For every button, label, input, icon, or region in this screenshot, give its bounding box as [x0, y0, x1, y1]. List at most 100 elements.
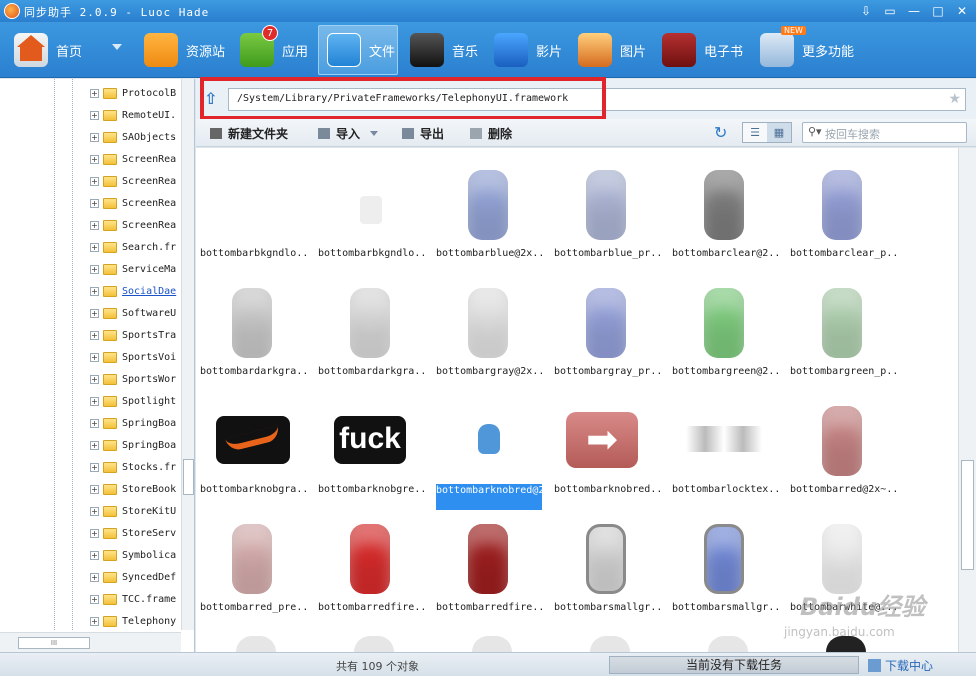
search-input[interactable]: 按回车搜索	[825, 126, 880, 142]
download-task-button[interactable]: 当前没有下载任务	[609, 656, 859, 674]
tree-item[interactable]: + ScreenRea	[90, 214, 185, 236]
file-item[interactable]: bottombarbkgndlo...	[196, 154, 308, 272]
file-item[interactable]: bottombarclear_p...	[786, 154, 898, 272]
expand-icon[interactable]: +	[90, 330, 99, 340]
tree-item[interactable]: + Stocks.fr	[90, 456, 185, 478]
tree-hscroll-thumb[interactable]: III	[18, 637, 90, 649]
file-item[interactable]: bottombarsmallgr...	[550, 508, 662, 626]
nav-video[interactable]: 影片	[486, 25, 566, 75]
tree-vertical-scrollbar[interactable]	[181, 79, 194, 630]
file-item[interactable]: bottombardarkgra...	[314, 272, 426, 390]
file-item[interactable]: bottombarsmallgr...	[668, 508, 780, 626]
file-item[interactable]: ➡ bottombarknobred...	[550, 390, 662, 508]
expand-icon[interactable]: +	[90, 374, 99, 384]
expand-icon[interactable]: +	[90, 418, 99, 428]
tree-item[interactable]: + RemoteUI.	[90, 104, 185, 126]
tree-item[interactable]: + ServiceMa	[90, 258, 185, 280]
nav-more[interactable]: 更多功能	[752, 25, 862, 75]
tree-horizontal-scrollbar[interactable]: III	[0, 632, 181, 652]
expand-icon[interactable]: +	[90, 154, 99, 164]
file-item[interactable]: bottombargray@2x...	[432, 272, 544, 390]
expand-icon[interactable]: +	[90, 616, 99, 626]
search-box[interactable]: ⚲▾ 按回车搜索	[802, 122, 967, 143]
expand-icon[interactable]: +	[90, 396, 99, 406]
tree-item[interactable]: + TCC.frame	[90, 588, 185, 610]
file-item[interactable]: bottombargreen@2...	[668, 272, 780, 390]
tree-item[interactable]: + StoreBook	[90, 478, 185, 500]
tree-item[interactable]: + SportsWor	[90, 368, 185, 390]
chevron-down-icon[interactable]	[112, 44, 122, 50]
grid-scroll-thumb[interactable]	[961, 460, 974, 570]
tree-item[interactable]: + SpringBoa	[90, 434, 185, 456]
expand-icon[interactable]: +	[90, 264, 99, 274]
expand-icon[interactable]: +	[90, 550, 99, 560]
file-item[interactable]: bottombarredfire...	[432, 508, 544, 626]
expand-icon[interactable]: +	[90, 572, 99, 582]
tree-item[interactable]: + Telephony	[90, 610, 185, 632]
file-item[interactable]: bottombardarkgra...	[196, 272, 308, 390]
nav-photos[interactable]: 图片	[570, 25, 650, 75]
chevron-down-icon[interactable]	[370, 131, 379, 136]
favorite-star-icon[interactable]: ★	[948, 91, 961, 107]
feedback-icon[interactable]: ▭	[882, 3, 898, 19]
expand-icon[interactable]: +	[90, 132, 99, 142]
expand-icon[interactable]: +	[90, 528, 99, 538]
expand-icon[interactable]: +	[90, 352, 99, 362]
file-item[interactable]: bottombarred_pre...	[196, 508, 308, 626]
tree-item[interactable]: + Spotlight	[90, 390, 185, 412]
file-item[interactable]: fuck bottombarknobgre...	[314, 390, 426, 508]
tree-item[interactable]: + StoreServ	[90, 522, 185, 544]
tree-item[interactable]: + SportsTra	[90, 324, 185, 346]
file-item[interactable]: bottombarclear@2...	[668, 154, 780, 272]
expand-icon[interactable]: +	[90, 440, 99, 450]
file-item[interactable]: bottombarknobred@2x~iphone.jpg	[432, 390, 544, 510]
file-item[interactable]: bottombargreen_p...	[786, 272, 898, 390]
nav-store[interactable]: 资源站	[136, 25, 228, 75]
file-item[interactable]: bottombargray_pr...	[550, 272, 662, 390]
import-button[interactable]: 导入	[318, 125, 379, 142]
expand-icon[interactable]: +	[90, 462, 99, 472]
tree-item[interactable]: + ScreenRea	[90, 170, 185, 192]
file-item[interactable]: bottombarknobgra...	[196, 390, 308, 508]
expand-icon[interactable]: +	[90, 594, 99, 604]
file-item[interactable]: bottombarred@2x~...	[786, 390, 898, 508]
tree-item[interactable]: + StoreKitU	[90, 500, 185, 522]
close-button[interactable]: ✕	[954, 3, 970, 19]
tree-item[interactable]: + SocialDae	[90, 280, 185, 302]
file-item[interactable]: bottombarredfire...	[314, 508, 426, 626]
tree-item[interactable]: + Search.fr	[90, 236, 185, 258]
download-center-button[interactable]: 下载中心	[868, 657, 933, 674]
delete-button[interactable]: 删除	[470, 125, 512, 142]
expand-icon[interactable]: +	[90, 198, 99, 208]
tree-scroll-thumb[interactable]	[183, 459, 194, 495]
expand-icon[interactable]: +	[90, 286, 99, 296]
tree-item[interactable]: + ScreenRea	[90, 192, 185, 214]
expand-icon[interactable]: +	[90, 176, 99, 186]
nav-ebooks[interactable]: 电子书	[654, 25, 750, 75]
expand-icon[interactable]: +	[90, 506, 99, 516]
expand-icon[interactable]: +	[90, 110, 99, 120]
tree-item[interactable]: + Symbolica	[90, 544, 185, 566]
grid-vertical-scrollbar[interactable]	[958, 148, 976, 652]
list-view-button[interactable]: ☰	[743, 123, 767, 142]
expand-icon[interactable]: +	[90, 484, 99, 494]
maximize-button[interactable]: □	[930, 3, 946, 19]
tree-item[interactable]: + SpringBoa	[90, 412, 185, 434]
tree-item[interactable]: + SAObjects	[90, 126, 185, 148]
refresh-icon[interactable]: ↻	[714, 123, 727, 142]
export-button[interactable]: 导出	[402, 125, 444, 142]
nav-files[interactable]: 文件	[318, 25, 398, 75]
grid-view-button[interactable]: ▦	[767, 123, 791, 142]
file-item[interactable]: bottombarblue@2x...	[432, 154, 544, 272]
file-item[interactable]: bottombarblue_pr...	[550, 154, 662, 272]
skin-icon[interactable]: ⇩	[858, 3, 874, 19]
file-item[interactable]: bottombarbkgndlo...	[314, 154, 426, 272]
new-folder-button[interactable]: 新建文件夹	[210, 125, 288, 142]
tree-item[interactable]: + ProtocolB	[90, 82, 185, 104]
expand-icon[interactable]: +	[90, 220, 99, 230]
minimize-button[interactable]: —	[906, 3, 922, 19]
file-item[interactable]: bottombarlocktex...	[668, 390, 780, 508]
nav-music[interactable]: 音乐	[402, 25, 482, 75]
tree-item[interactable]: + SoftwareU	[90, 302, 185, 324]
tree-item[interactable]: + SportsVoi	[90, 346, 185, 368]
